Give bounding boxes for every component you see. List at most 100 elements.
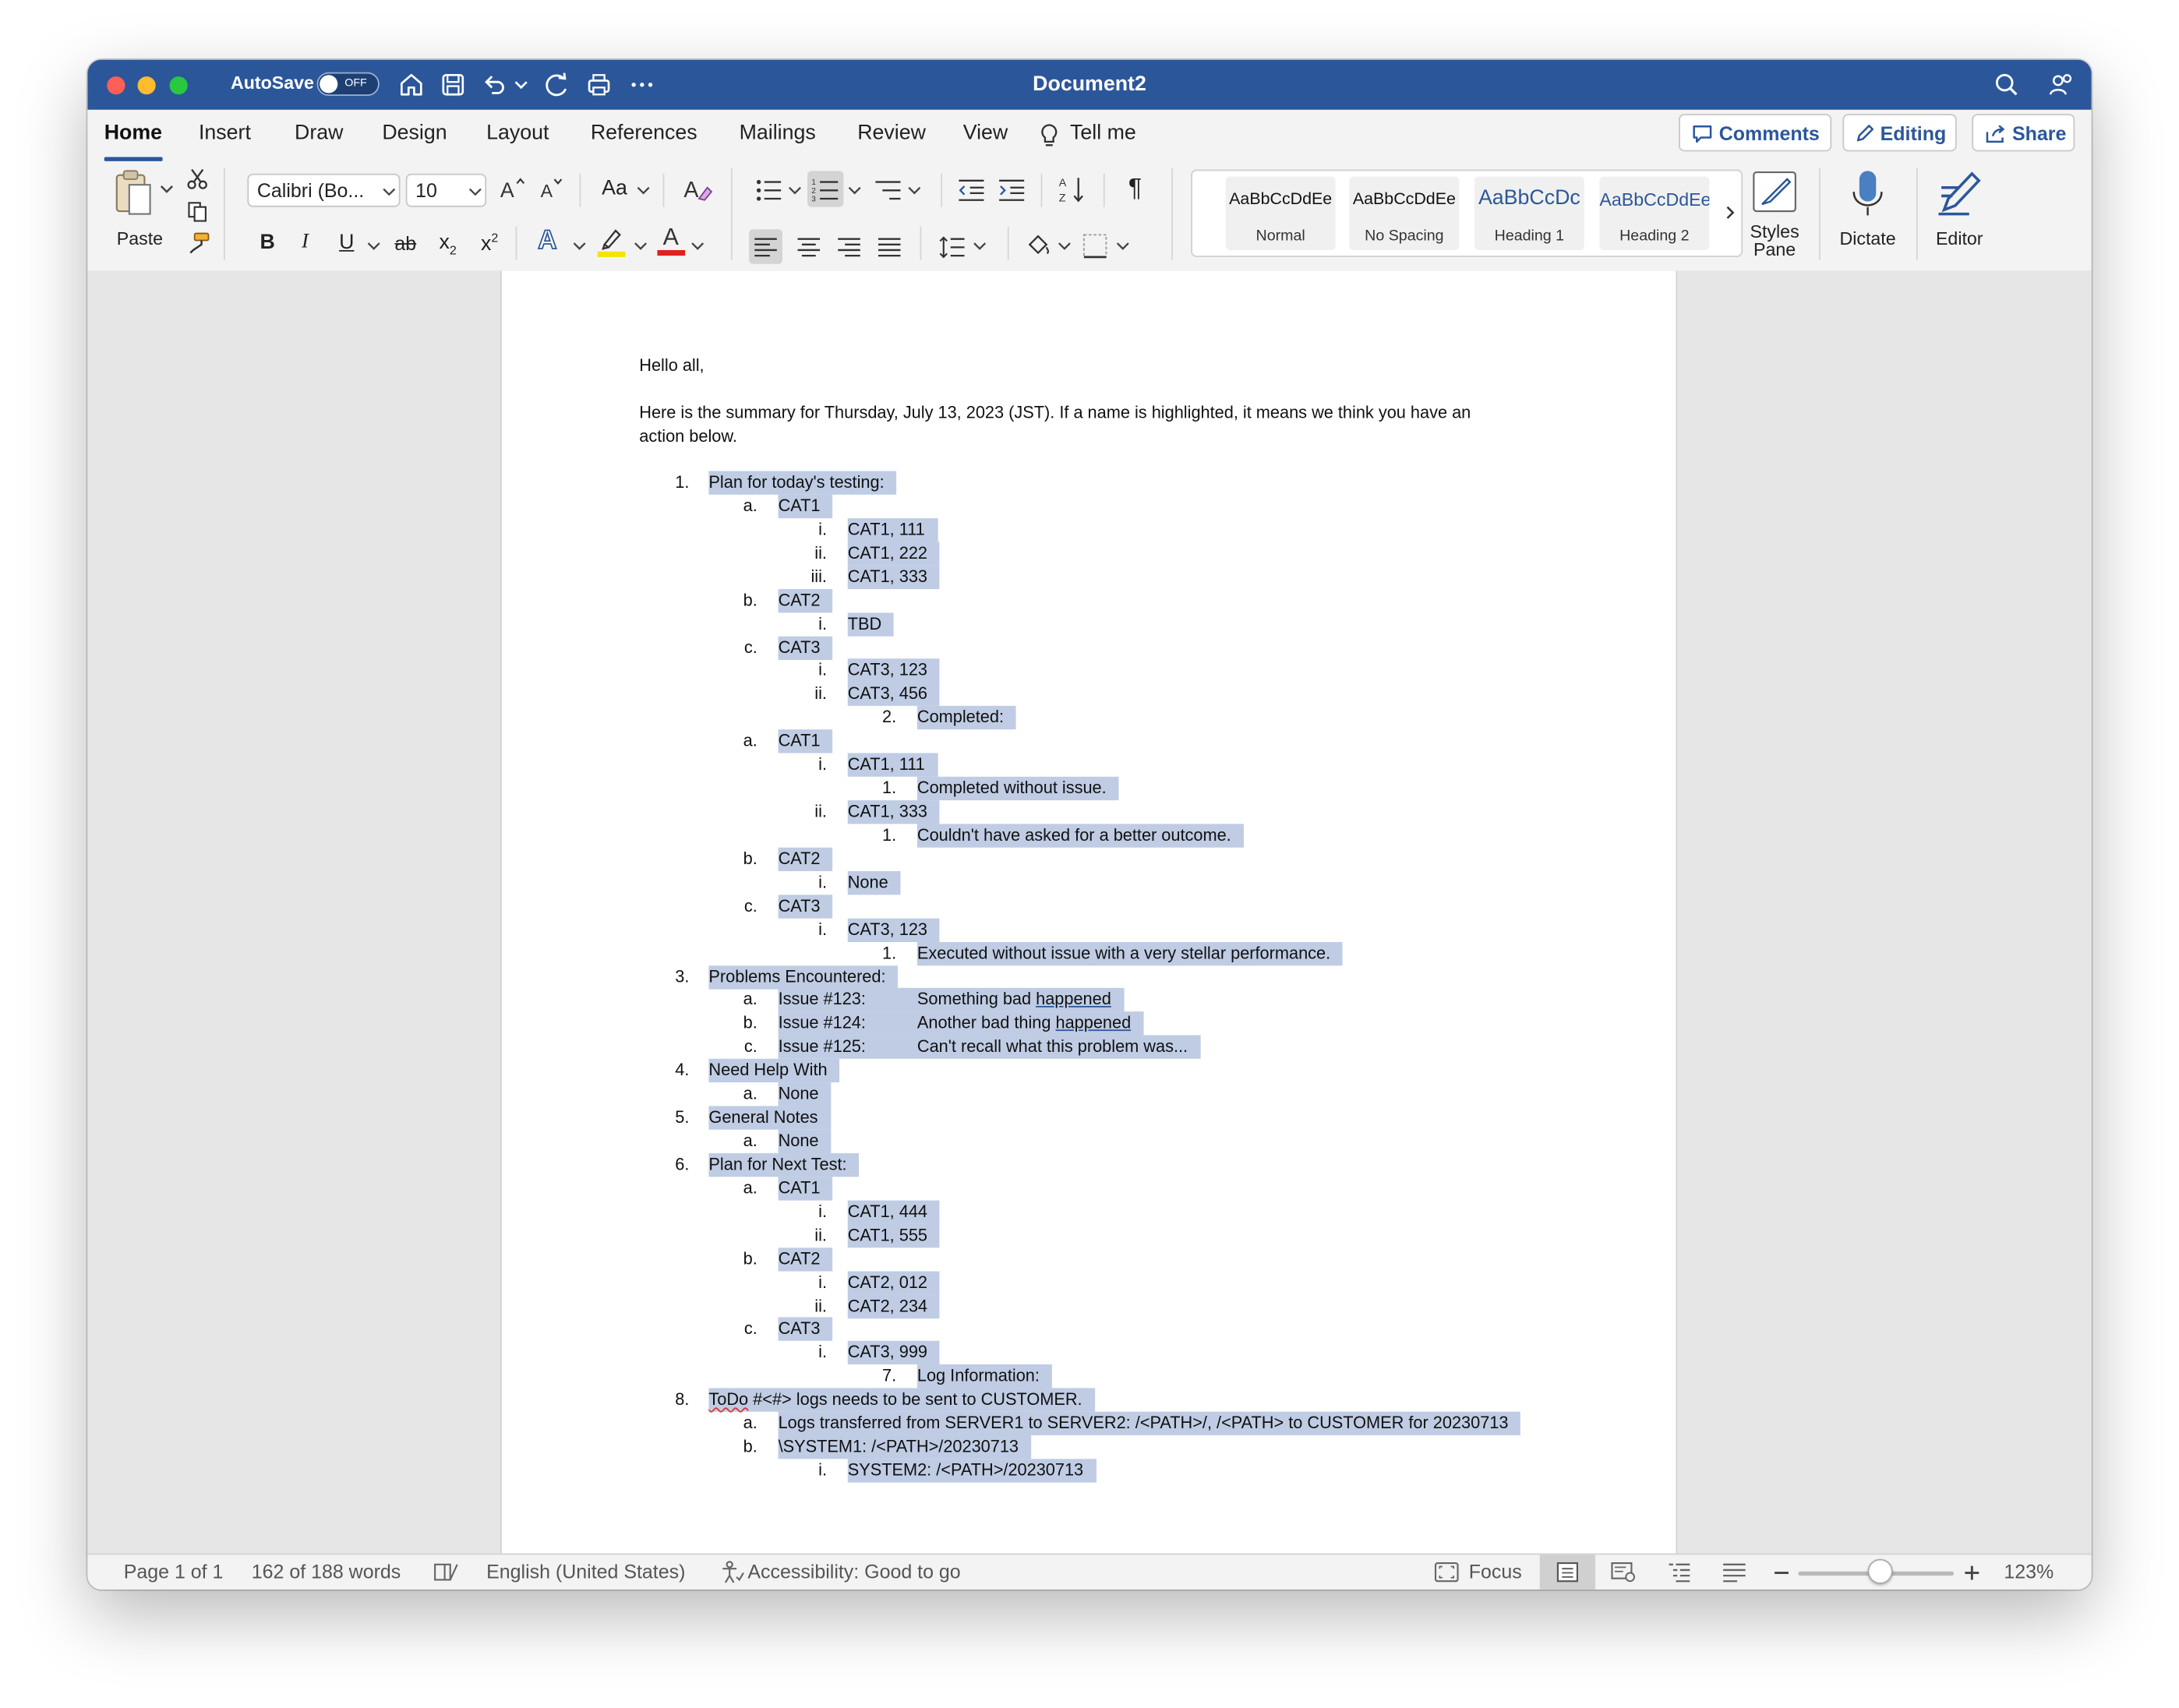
list-item[interactable]: CAT2 [778,588,833,612]
account-icon[interactable] [2047,71,2075,99]
styles-pane-label[interactable]: Styles Pane [1741,222,1808,258]
underline-button[interactable]: U [339,231,354,254]
list-item[interactable]: CAT1 [778,1177,833,1201]
list-item[interactable]: CAT1, 111 [847,517,938,542]
text-effects-button[interactable]: A [537,226,557,257]
italic-button[interactable]: I [302,231,309,254]
text-effects-chevron-icon[interactable] [573,240,587,251]
list-item[interactable]: Logs transferred from SERVER1 to SERVER2… [778,1412,1521,1436]
editing-mode-button[interactable]: Editing [1842,114,1957,152]
outline-view-icon[interactable] [1668,1562,1693,1583]
font-color-chevron-icon[interactable] [690,240,705,251]
list-item[interactable]: CAT1, 555 [847,1223,941,1247]
draft-view-icon[interactable] [1722,1562,1746,1583]
accessibility-status[interactable]: Accessibility: Good to go [747,1560,960,1583]
list-item[interactable]: Issue #123: Something bad happened [778,988,1124,1012]
zoom-slider-thumb[interactable] [1867,1558,1893,1584]
word-count[interactable]: 162 of 188 words [252,1560,401,1583]
search-icon[interactable] [1993,71,2021,99]
style-heading-2[interactable]: AaBbCcDdEe Heading 2 [1599,176,1710,250]
font-color-button[interactable]: A [657,224,687,259]
bullets-chevron-icon[interactable] [788,185,802,196]
list-item[interactable]: CAT3, 123 [847,658,941,683]
superscript-button[interactable]: x2 [481,231,498,256]
list-item[interactable]: CAT1, 333 [847,565,941,589]
editor-label[interactable]: Editor [1925,228,1994,249]
focus-label[interactable]: Focus [1469,1560,1522,1583]
numbering-button[interactable]: 1 2 3 [807,171,844,207]
web-layout-icon[interactable] [1611,1562,1636,1583]
styles-pane-icon[interactable] [1751,168,1799,216]
align-right-icon[interactable] [836,236,861,259]
tab-tell-me[interactable]: Tell me [1070,121,1136,144]
list-item[interactable]: CAT3, 123 [847,918,941,942]
line-spacing-icon[interactable] [938,235,966,259]
clear-formatting-icon[interactable]: A [683,174,713,204]
line-spacing-chevron-icon[interactable] [973,240,987,251]
list-item[interactable]: Problems Encountered: [708,965,899,989]
list-item[interactable]: CAT3 [778,635,833,660]
style-no-spacing[interactable]: AaBbCcDdEe No Spacing [1349,176,1460,250]
decrease-indent-icon[interactable] [958,178,986,203]
multilevel-list-icon[interactable] [874,178,902,203]
list-item[interactable]: SYSTEM2: /<PATH>/20230713 [847,1459,1097,1483]
copy-icon[interactable] [186,200,209,223]
list-item[interactable]: General Notes [708,1106,831,1130]
bullets-icon[interactable] [754,178,782,203]
style-normal[interactable]: AaBbCcDdEe Normal [1225,176,1336,250]
list-item[interactable]: Need Help With [708,1059,840,1083]
list-item[interactable]: CAT1, 111 [847,753,938,778]
style-heading-1[interactable]: AaBbCcDc Heading 1 [1474,176,1584,250]
print-layout-view-button[interactable] [1539,1554,1596,1590]
comments-button[interactable]: Comments [1679,114,1832,152]
font-size-dropdown[interactable]: 10 [405,173,487,207]
list-item[interactable]: \SYSTEM1: /<PATH>/20230713 [778,1435,1032,1459]
zoom-in-icon[interactable] [1962,1563,1982,1583]
tab-review[interactable]: Review [857,121,926,144]
tab-references[interactable]: References [591,121,697,144]
proofing-book-icon[interactable] [433,1562,458,1583]
increase-indent-icon[interactable] [998,178,1026,203]
grow-font-icon[interactable]: A [499,175,527,203]
share-button[interactable]: Share [1972,114,2075,152]
justify-icon[interactable] [877,236,902,259]
cut-icon[interactable] [186,168,209,191]
paste-icon[interactable] [112,168,154,218]
list-item[interactable]: Plan for Next Test: [708,1152,860,1177]
dictate-label[interactable]: Dictate [1830,228,1905,249]
document-page[interactable]: Hello all, Here is the summary for Thurs… [500,270,1678,1554]
highlight-color-chevron-icon[interactable] [634,240,648,251]
zoom-out-icon[interactable] [1772,1563,1792,1583]
language-status[interactable]: English (United States) [486,1560,685,1583]
numbering-chevron-icon[interactable] [848,185,862,196]
format-painter-icon[interactable] [186,232,211,255]
list-item[interactable]: None [847,870,901,895]
align-center-icon[interactable] [796,236,821,259]
list-item[interactable]: CAT1, 222 [847,542,941,566]
font-name-dropdown[interactable]: Calibri (Bo... [247,173,401,207]
tab-mailings[interactable]: Mailings [740,121,816,144]
subscript-button[interactable]: x2 [439,231,456,257]
tab-insert[interactable]: Insert [199,121,251,144]
list-item[interactable]: None [778,1082,832,1106]
list-item[interactable]: CAT1 [778,494,833,518]
shading-icon[interactable] [1024,232,1052,260]
tab-home[interactable]: Home [104,121,162,144]
list-item[interactable]: Executed without issue with a very stell… [916,941,1344,965]
list-item[interactable]: Plan for today's testing: [708,471,897,495]
list-item[interactable]: Log Information: [916,1364,1052,1389]
change-case-chevron-icon[interactable] [637,185,651,196]
bold-button[interactable]: B [260,231,274,254]
list-item[interactable]: CAT3, 999 [847,1341,941,1365]
tab-view[interactable]: View [963,121,1008,144]
show-formatting-marks-button[interactable]: ¶ [1128,174,1142,203]
strikethrough-button[interactable]: ab [394,232,416,255]
editor-icon[interactable] [1936,168,1983,218]
underline-options-chevron-icon[interactable] [367,240,381,251]
highlight-color-icon[interactable] [596,225,627,259]
microphone-icon[interactable] [1849,168,1885,218]
align-left-button[interactable] [749,229,782,264]
list-item[interactable]: CAT3 [778,894,833,919]
tab-design[interactable]: Design [382,121,447,144]
list-item[interactable]: Issue #125: Can't recall what this proble… [778,1036,1201,1060]
